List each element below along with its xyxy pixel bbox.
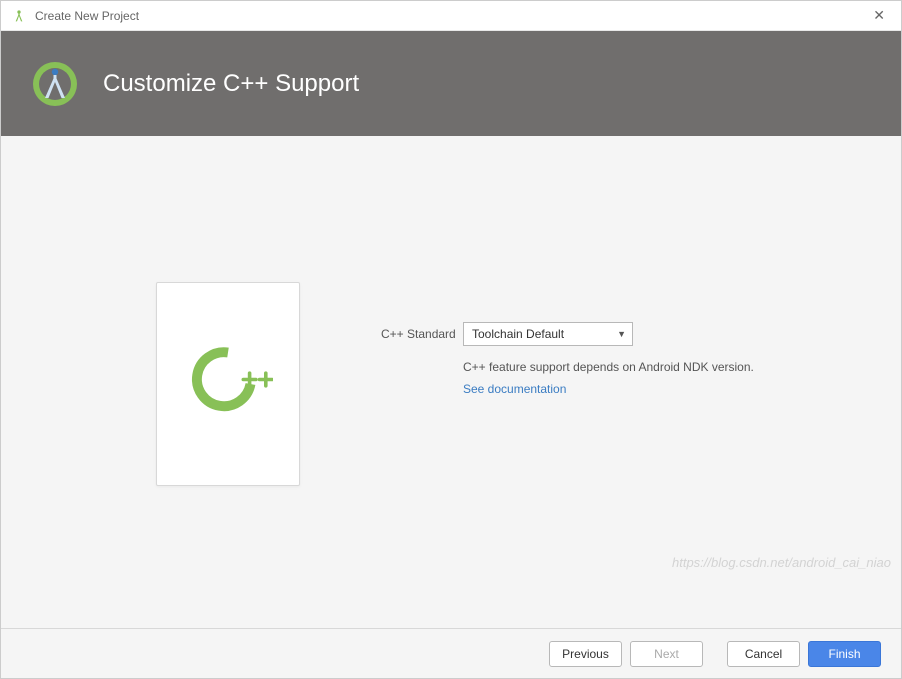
watermark-text: https://blog.csdn.net/android_cai_niao <box>672 555 891 570</box>
close-icon[interactable]: ✕ <box>867 7 891 24</box>
content-area: C++ Standard Toolchain Default ▼ C++ fea… <box>1 136 901 628</box>
titlebar: Create New Project ✕ <box>1 1 901 31</box>
window-title: Create New Project <box>35 9 867 23</box>
previous-button[interactable]: Previous <box>549 641 622 667</box>
description-text: C++ feature support depends on Android N… <box>463 360 861 374</box>
standard-row: C++ Standard Toolchain Default ▼ <box>381 322 861 346</box>
cpp-standard-dropdown[interactable]: Toolchain Default ▼ <box>463 322 633 346</box>
dialog-header: Customize C++ Support <box>1 31 901 136</box>
documentation-link[interactable]: See documentation <box>463 382 861 396</box>
next-button[interactable]: Next <box>630 641 703 667</box>
page-title: Customize C++ Support <box>103 70 359 98</box>
cpp-logo-icon <box>183 339 273 429</box>
form-area: C++ Standard Toolchain Default ▼ C++ fea… <box>381 322 861 396</box>
finish-button[interactable]: Finish <box>808 641 881 667</box>
android-studio-icon <box>11 8 27 24</box>
dialog-footer: Previous Next Cancel Finish <box>1 628 901 678</box>
cpp-illustration-card <box>156 282 300 486</box>
android-studio-logo-icon <box>31 60 79 108</box>
cancel-button[interactable]: Cancel <box>727 641 800 667</box>
dropdown-value: Toolchain Default <box>472 327 564 341</box>
chevron-down-icon: ▼ <box>617 329 626 339</box>
standard-label: C++ Standard <box>381 327 463 341</box>
